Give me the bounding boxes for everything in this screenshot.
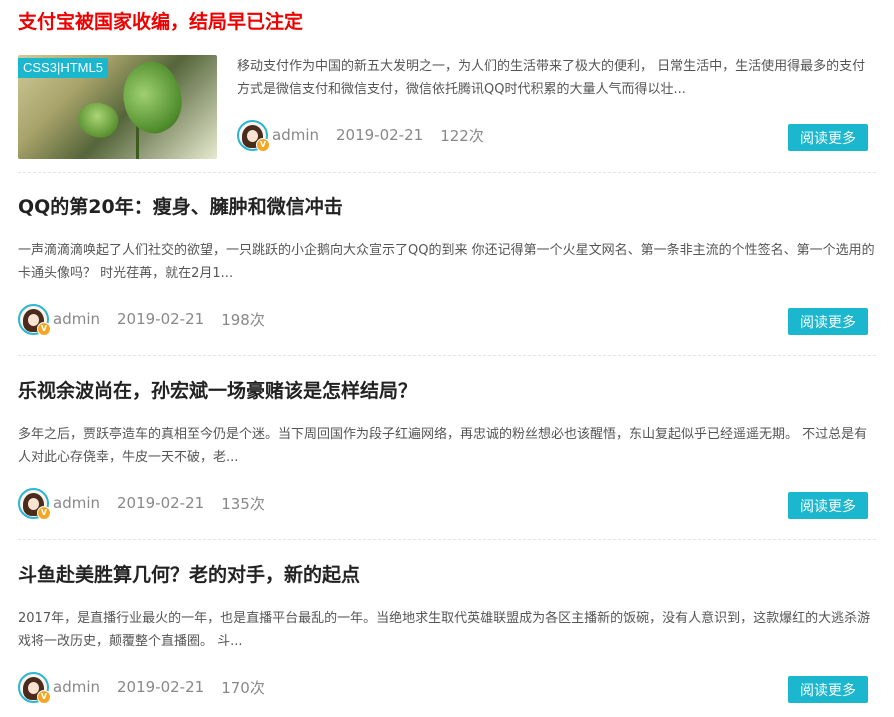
publish-date: 2019-02-21: [336, 126, 424, 144]
article-thumbnail[interactable]: CSS3|HTML5: [18, 55, 217, 159]
author-avatar[interactable]: V: [237, 119, 270, 152]
verified-badge-icon: V: [37, 321, 51, 336]
author-avatar[interactable]: V: [18, 303, 51, 336]
verified-badge-icon: V: [256, 137, 270, 152]
article-meta: V admin 2019-02-21 170次: [18, 670, 282, 704]
verified-badge-icon: V: [37, 689, 51, 704]
author-name[interactable]: admin: [53, 678, 100, 696]
read-more-button[interactable]: 阅读更多: [788, 492, 868, 519]
publish-date: 2019-02-21: [117, 678, 205, 696]
article-title[interactable]: QQ的第20年：瘦身、臃肿和微信冲击: [18, 195, 343, 219]
article-title[interactable]: 斗鱼赴美胜算几何？老的对手，新的起点: [18, 563, 360, 587]
view-count: 170次: [221, 678, 265, 697]
article-item: 斗鱼赴美胜算几何？老的对手，新的起点 2017年，是直播行业最火的一年，也是直播…: [18, 563, 876, 708]
stem-decoration: [136, 125, 139, 159]
article-summary: 移动支付作为中国的新五大发明之一，为人们的生活带来了极大的便利， 日常生活中，生…: [237, 59, 866, 97]
read-more-button[interactable]: 阅读更多: [788, 124, 868, 151]
read-more-button[interactable]: 阅读更多: [788, 676, 868, 703]
leaf-decoration: [110, 55, 194, 142]
article-meta: V admin 2019-02-21 122次: [237, 118, 501, 152]
article-title[interactable]: 乐视余波尚在，孙宏斌一场豪赌该是怎样结局？: [18, 379, 417, 403]
divider: [18, 539, 876, 540]
divider: [18, 355, 876, 356]
publish-date: 2019-02-21: [117, 310, 205, 328]
author-avatar[interactable]: V: [18, 671, 51, 704]
article-summary: 2017年，是直播行业最火的一年，也是直播平台最乱的一年。当绝地求生取代英雄联盟…: [18, 611, 871, 649]
article-summary: 一声滴滴滴唤起了人们社交的欲望，一只跳跃的小企鹅向大众宣示了QQ的到来 你还记得…: [18, 243, 875, 281]
verified-badge-icon: V: [37, 505, 51, 520]
article-meta: V admin 2019-02-21 198次: [18, 302, 282, 336]
article-item: QQ的第20年：瘦身、臃肿和微信冲击 一声滴滴滴唤起了人们社交的欲望，一只跳跃的…: [18, 195, 876, 340]
article-meta: V admin 2019-02-21 135次: [18, 486, 282, 520]
article-title[interactable]: 支付宝被国家收编，结局早已注定: [18, 10, 303, 34]
author-name[interactable]: admin: [53, 494, 100, 512]
view-count: 122次: [440, 126, 484, 145]
publish-date: 2019-02-21: [117, 494, 205, 512]
article-item: 乐视余波尚在，孙宏斌一场豪赌该是怎样结局？ 多年之后，贾跃亭造车的真相至今仍是个…: [18, 379, 876, 524]
view-count: 198次: [221, 310, 265, 329]
view-count: 135次: [221, 494, 265, 513]
author-name[interactable]: admin: [53, 310, 100, 328]
article-item: 支付宝被国家收编，结局早已注定 CSS3|HTML5 移动支付作为中国的新五大发…: [18, 10, 876, 160]
divider: [18, 172, 876, 173]
author-avatar[interactable]: V: [18, 487, 51, 520]
read-more-button[interactable]: 阅读更多: [788, 308, 868, 335]
leaf-decoration: [73, 97, 123, 143]
article-summary: 多年之后，贾跃亭造车的真相至今仍是个迷。当下周回国作为段子红遍网络，再忠诚的粉丝…: [18, 427, 868, 465]
category-tag[interactable]: CSS3|HTML5: [18, 58, 108, 78]
author-name[interactable]: admin: [272, 126, 319, 144]
